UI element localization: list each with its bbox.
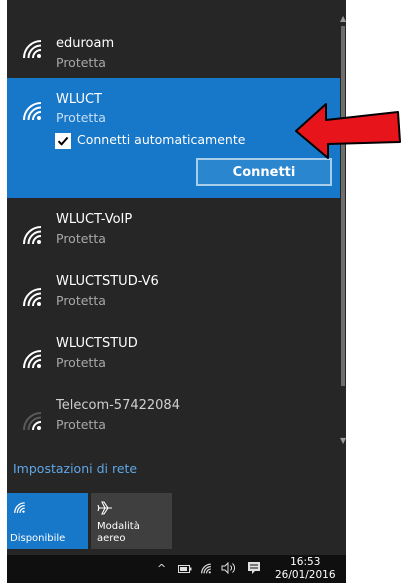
scroll-up-icon[interactable]: ▲ bbox=[340, 14, 346, 23]
network-name: eduroam bbox=[56, 36, 115, 51]
network-status: Protetta bbox=[56, 293, 106, 308]
battery-icon[interactable] bbox=[178, 564, 192, 574]
network-status: Protetta bbox=[56, 231, 106, 246]
taskbar-clock[interactable]: 16:53 26/01/2016 bbox=[275, 556, 336, 582]
connect-button[interactable]: Connetti bbox=[196, 158, 332, 186]
airplane-mode-tile[interactable]: Modalità aereo bbox=[91, 493, 172, 549]
auto-connect-label: Connetti automaticamente bbox=[77, 132, 246, 147]
network-settings-link[interactable]: Impostazioni di rete bbox=[13, 461, 137, 476]
wifi-icon[interactable] bbox=[200, 562, 213, 574]
network-name: WLUCT-VoIP bbox=[56, 212, 133, 227]
network-item-telecom-57422084[interactable]: Telecom-57422084 Protetta bbox=[7, 388, 340, 446]
checkmark-icon bbox=[57, 136, 69, 146]
network-status: Protetta bbox=[56, 417, 106, 432]
wifi-icon bbox=[23, 288, 42, 306]
chevron-up-icon[interactable]: ^ bbox=[157, 562, 166, 575]
network-name: WLUCT bbox=[56, 92, 102, 107]
network-item-wluctstud[interactable]: WLUCTSTUD Protetta bbox=[7, 326, 340, 384]
network-status: Protetta bbox=[56, 355, 106, 370]
network-item-eduroam[interactable]: eduroam Protetta bbox=[7, 16, 340, 74]
wifi-icon bbox=[23, 350, 42, 368]
taskbar: ^ 16:53 26/01/2016 bbox=[7, 555, 346, 583]
wifi-icon bbox=[23, 102, 42, 120]
network-status: Protetta bbox=[56, 55, 106, 70]
tile-label-line: aereo bbox=[97, 533, 126, 544]
scroll-down-icon[interactable]: ▼ bbox=[340, 436, 346, 445]
network-name: WLUCTSTUD-V6 bbox=[56, 274, 159, 289]
network-item-wluct[interactable]: WLUCT Protetta Connetti automaticamente … bbox=[7, 78, 340, 198]
network-flyout: eduroam Protetta WLUCT Protetta Connetti… bbox=[7, 0, 346, 555]
tile-label-line: Modalità bbox=[97, 521, 140, 532]
wifi-weak-icon bbox=[23, 412, 42, 430]
notification-icon[interactable] bbox=[247, 561, 261, 575]
tile-label: Disponibile bbox=[10, 533, 66, 544]
network-item-wluctstud-v6[interactable]: WLUCTSTUD-V6 Protetta bbox=[7, 264, 340, 322]
clock-date: 26/01/2016 bbox=[275, 569, 336, 581]
checkbox-box[interactable] bbox=[55, 133, 71, 149]
network-list-scrollbar[interactable]: ▲ ▼ bbox=[340, 0, 346, 460]
clock-time: 16:53 bbox=[290, 556, 321, 568]
wifi-icon bbox=[23, 40, 42, 58]
network-name: WLUCTSTUD bbox=[56, 336, 138, 351]
scrollbar-thumb[interactable] bbox=[341, 26, 345, 386]
network-item-wluct-voip[interactable]: WLUCT-VoIP Protetta bbox=[7, 202, 340, 260]
tile-label: Modalità aereo bbox=[97, 521, 140, 545]
wifi-icon bbox=[14, 502, 25, 513]
network-status: Protetta bbox=[56, 110, 106, 125]
volume-icon[interactable] bbox=[221, 562, 237, 574]
airplane-icon bbox=[97, 501, 112, 515]
wifi-quick-action-tile[interactable]: Disponibile bbox=[7, 493, 88, 549]
annotation-arrow bbox=[295, 103, 401, 159]
network-name: Telecom-57422084 bbox=[56, 398, 180, 413]
wifi-icon bbox=[23, 226, 42, 244]
